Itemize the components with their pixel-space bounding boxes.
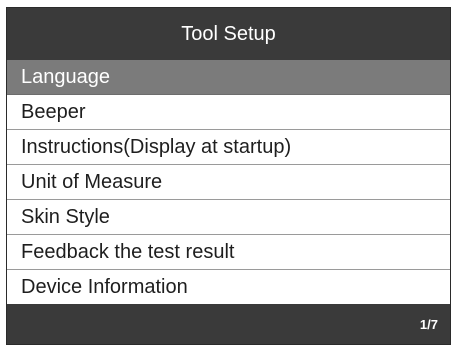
- menu-item-label: Instructions(Display at startup): [21, 135, 292, 158]
- menu-item-unit-of-measure[interactable]: Unit of Measure: [7, 165, 450, 200]
- tool-setup-screen: Tool Setup Language Beeper Instructions(…: [6, 7, 451, 345]
- page-indicator: 1/7: [419, 316, 438, 332]
- menu-item-label: Feedback the test result: [21, 240, 235, 263]
- menu-item-feedback[interactable]: Feedback the test result: [7, 235, 450, 270]
- menu-item-language[interactable]: Language: [7, 60, 450, 95]
- status-bar: 1/7: [7, 304, 450, 344]
- settings-menu: Language Beeper Instructions(Display at …: [7, 60, 450, 305]
- title-bar: Tool Setup: [7, 8, 450, 60]
- menu-item-label: Device Information: [21, 275, 188, 298]
- menu-item-instructions[interactable]: Instructions(Display at startup): [7, 130, 450, 165]
- menu-item-label: Language: [21, 65, 110, 88]
- menu-item-device-information[interactable]: Device Information: [7, 270, 450, 305]
- menu-item-skin-style[interactable]: Skin Style: [7, 200, 450, 235]
- menu-item-beeper[interactable]: Beeper: [7, 95, 450, 130]
- page-title: Tool Setup: [181, 22, 276, 45]
- menu-item-label: Skin Style: [21, 205, 110, 228]
- menu-item-label: Beeper: [21, 100, 86, 123]
- menu-item-label: Unit of Measure: [21, 170, 163, 193]
